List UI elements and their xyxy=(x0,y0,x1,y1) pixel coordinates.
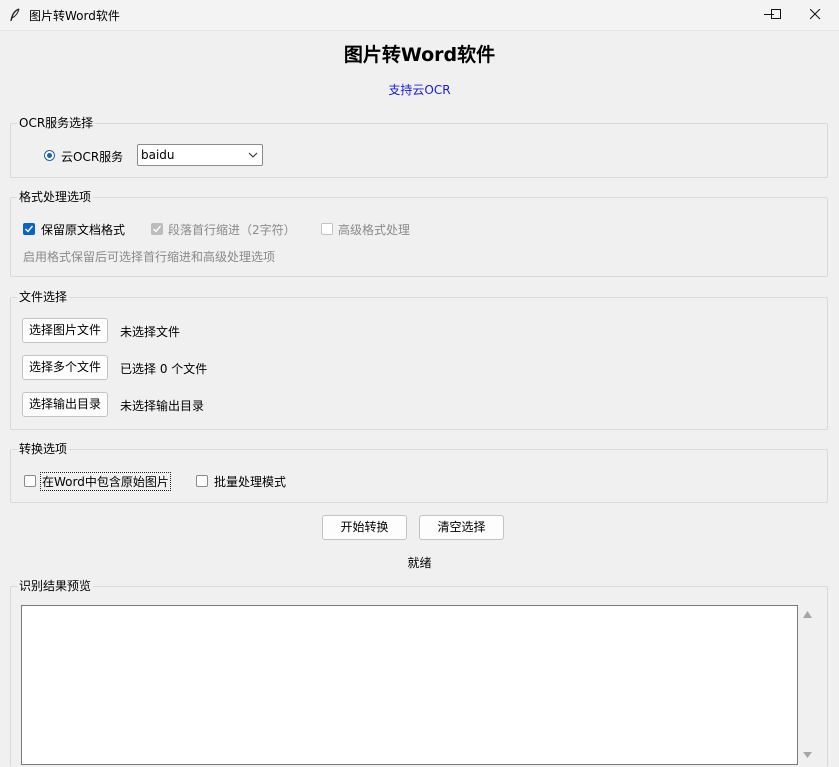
title-bar: 图片转Word软件 xyxy=(0,0,839,31)
scroll-up-arrow-icon[interactable] xyxy=(803,611,812,618)
ocr-service-select-value: baidu xyxy=(141,148,175,162)
close-icon xyxy=(810,9,821,20)
format-hint: 启用格式保留后可选择首行缩进和高级处理选项 xyxy=(23,250,276,264)
keep-format-label: 保留原文档格式 xyxy=(41,223,126,237)
start-convert-button[interactable]: 开始转换 xyxy=(322,515,407,540)
close-button[interactable] xyxy=(793,0,839,30)
checkmark-icon xyxy=(153,225,161,233)
format-options-group-label: 格式处理选项 xyxy=(17,189,94,205)
cloud-ocr-radio[interactable] xyxy=(44,150,55,161)
file-selection-group: 文件选择 选择图片文件 未选择文件 选择多个文件 已选择 0 个文件 选择输出目… xyxy=(10,289,828,430)
status-text: 就绪 xyxy=(407,556,432,570)
ocr-service-group: OCR服务选择 云OCR服务 baidu xyxy=(10,115,828,178)
maximize-icon xyxy=(771,9,781,19)
clear-selection-button[interactable]: 清空选择 xyxy=(419,515,504,540)
select-multiple-button[interactable]: 选择多个文件 xyxy=(22,355,108,380)
keep-format-checkbox[interactable] xyxy=(23,223,35,235)
select-output-status: 未选择输出目录 xyxy=(120,399,205,413)
select-output-button[interactable]: 选择输出目录 xyxy=(22,392,108,417)
chevron-down-icon xyxy=(248,152,258,158)
cloud-ocr-radio-label: 云OCR服务 xyxy=(61,150,124,164)
feather-icon xyxy=(10,8,20,22)
window-title: 图片转Word软件 xyxy=(29,9,120,23)
advanced-format-label: 高级格式处理 xyxy=(338,223,411,237)
ocr-service-group-label: OCR服务选择 xyxy=(17,115,96,131)
format-options-group: 格式处理选项 保留原文档格式 段落首行缩进（2字符） 高级格式处理 启用格式保留… xyxy=(10,189,828,277)
file-selection-group-label: 文件选择 xyxy=(17,289,70,305)
indent-checkbox[interactable] xyxy=(151,223,163,235)
minimize-button[interactable] xyxy=(747,0,793,30)
scroll-down-arrow-icon[interactable] xyxy=(803,752,812,758)
select-image-button[interactable]: 选择图片文件 xyxy=(22,318,108,343)
select-multiple-status: 已选择 0 个文件 xyxy=(120,362,208,376)
checkmark-icon xyxy=(25,225,33,233)
batch-mode-checkbox[interactable] xyxy=(196,475,208,487)
page-subtitle: 支持云OCR xyxy=(388,83,451,97)
preview-textarea[interactable] xyxy=(21,605,798,765)
batch-mode-label: 批量处理模式 xyxy=(214,475,287,489)
preview-group-label: 识别结果预览 xyxy=(17,578,94,594)
advanced-format-checkbox[interactable] xyxy=(321,223,333,235)
indent-label: 段落首行缩进（2字符） xyxy=(168,223,296,237)
convert-options-group: 转换选项 在Word中包含原始图片 批量处理模式 xyxy=(10,441,828,503)
include-images-label: 在Word中包含原始图片 xyxy=(40,472,171,491)
include-images-checkbox[interactable] xyxy=(24,475,36,487)
convert-options-group-label: 转换选项 xyxy=(17,441,70,457)
ocr-service-select[interactable]: baidu xyxy=(137,144,263,166)
select-image-status: 未选择文件 xyxy=(120,325,181,339)
page-title: 图片转Word软件 xyxy=(343,44,496,66)
